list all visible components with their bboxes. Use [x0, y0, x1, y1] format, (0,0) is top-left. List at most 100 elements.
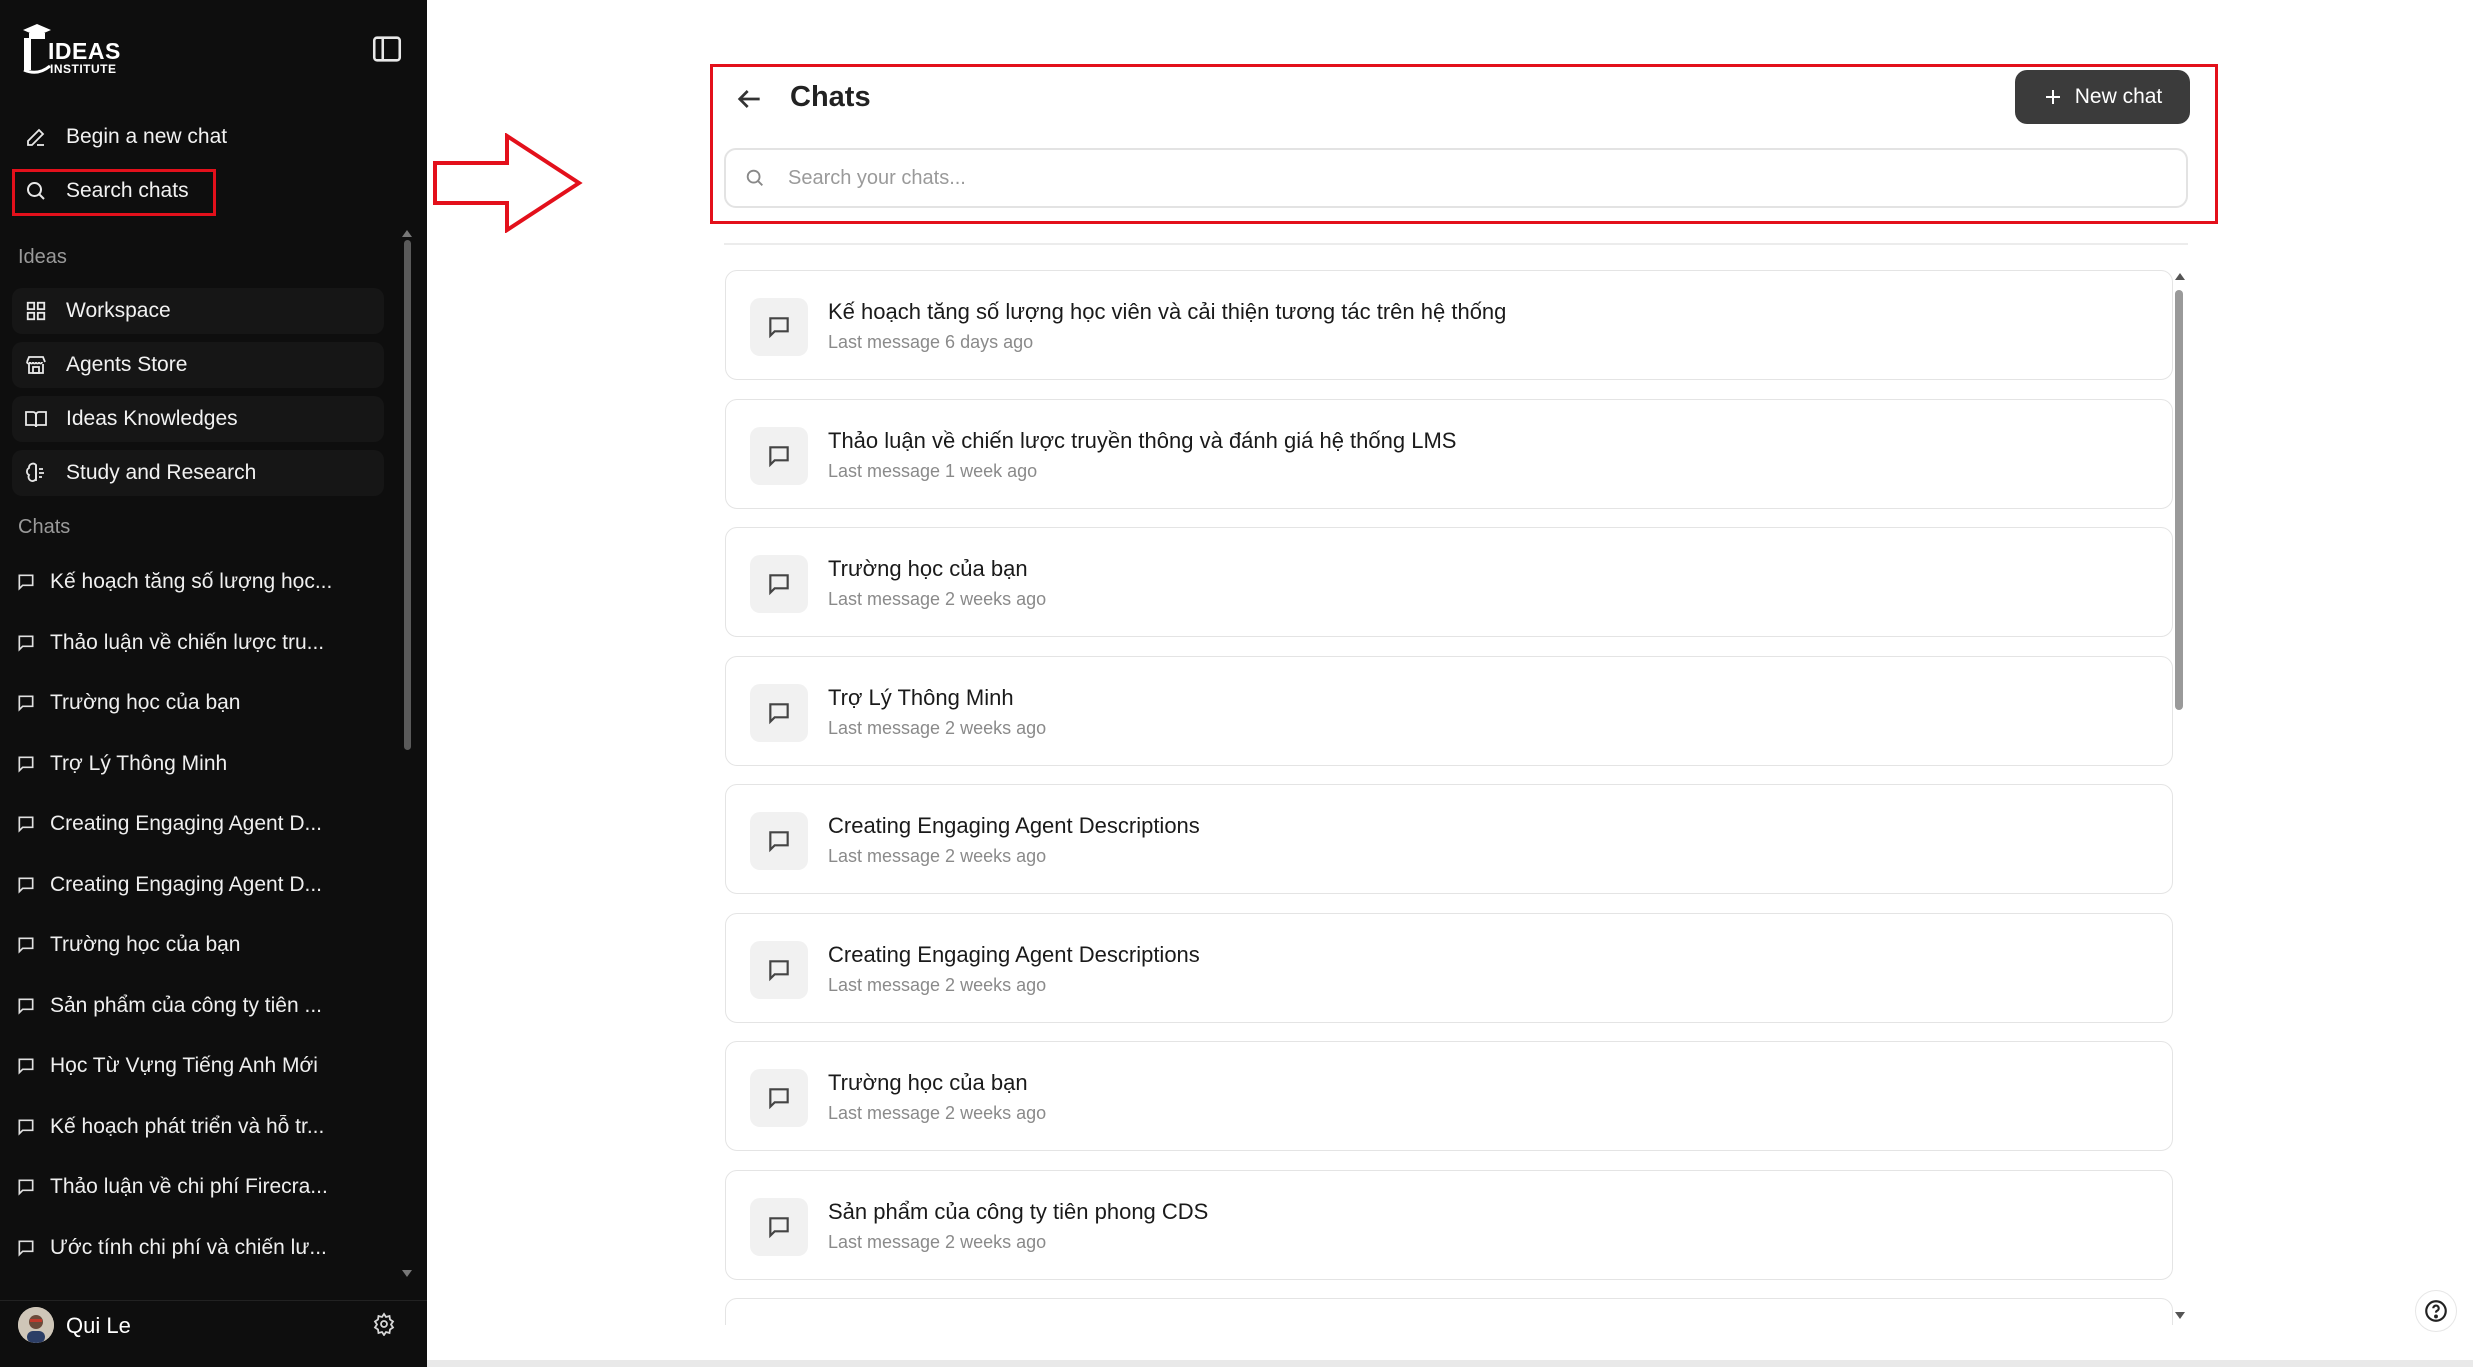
chat-card[interactable]: Kế hoạch tăng số lượng học viên và cải t…	[725, 270, 2173, 380]
sidebar-chat-label: Ước tính chi phí và chiến lư...	[50, 1235, 327, 1259]
sidebar-chat-item[interactable]: Trường học của bạn	[12, 681, 392, 725]
chat-card-last-message: Last message 2 weeks ago	[828, 1231, 1047, 1252]
chat-bubble-icon	[16, 1116, 38, 1138]
gear-icon[interactable]	[372, 1312, 396, 1336]
search-input[interactable]	[786, 165, 2090, 191]
chat-bubble-icon	[16, 1176, 38, 1198]
sidebar-scroll-down-icon[interactable]	[402, 1270, 412, 1277]
sidebar-item-workspace[interactable]: Workspace	[12, 288, 384, 334]
chat-bubble-icon	[16, 1237, 38, 1259]
horizontal-scrollbar[interactable]	[427, 1360, 2473, 1367]
chat-bubble-icon	[16, 995, 38, 1017]
chat-bubble-icon	[750, 940, 808, 999]
chat-card[interactable]: Creating Engaging Agent Descriptions Last…	[725, 784, 2173, 894]
chat-card[interactable]	[725, 1298, 2173, 1325]
sidebar-chat-item[interactable]: Kế hoạch tăng số lượng học...	[12, 560, 392, 604]
chat-card-title: Creating Engaging Agent Descriptions	[828, 941, 1200, 967]
sidebar-scrollbar[interactable]	[404, 240, 411, 750]
sidebar-chat-item[interactable]: Creating Engaging Agent D...	[12, 863, 392, 907]
new-chat-label: New chat	[2074, 85, 2163, 108]
chat-card-title: Trường học của bạn	[828, 556, 1028, 581]
list-scroll-up-icon[interactable]	[2175, 273, 2185, 280]
logo-text-institute: INSTITUTE	[50, 62, 117, 76]
pencil-icon	[22, 123, 50, 151]
sidebar-chat-item[interactable]: Ước tính chi phí và chiến lư...	[12, 1226, 392, 1270]
chat-bubble-icon	[750, 1197, 808, 1256]
chat-bubble-icon	[750, 426, 808, 485]
chat-bubble-icon	[750, 298, 808, 356]
sidebar-chat-item[interactable]: Thảo luận về chiến lược tru...	[12, 621, 392, 665]
chats-section-label: Chats	[18, 516, 71, 538]
chat-card-last-message: Last message 6 days ago	[828, 332, 1034, 352]
chat-bubble-icon	[750, 1069, 808, 1127]
page-title: Chats	[790, 81, 871, 113]
chat-bubble-icon	[750, 812, 808, 870]
help-icon[interactable]	[2415, 1290, 2457, 1332]
sidebar-chat-item[interactable]: Học Từ Vựng Tiếng Anh Mới	[12, 1044, 392, 1088]
sidebar-item-label: Workspace	[66, 299, 171, 322]
chat-card[interactable]: Trường học của bạn Last message 2 weeks a…	[725, 1041, 2173, 1151]
chat-card[interactable]: Sản phẩm của công ty tiên phong CDS Last …	[725, 1169, 2173, 1280]
chat-bubble-icon	[16, 692, 38, 714]
list-scroll-down-icon[interactable]	[2175, 1312, 2185, 1319]
search-field[interactable]	[724, 148, 2188, 208]
chat-card-title: Thảo luận về chiến lược truyền thông và …	[828, 427, 1457, 453]
sidebar-item-label: Study and Research	[66, 461, 257, 484]
sidebar-scroll-up-icon[interactable]	[402, 230, 412, 237]
chat-card-last-message: Last message 2 weeks ago	[828, 717, 1047, 738]
chat-card[interactable]: Trợ Lý Thông Minh Last message 2 weeks ag…	[725, 655, 2173, 766]
list-scrollbar[interactable]	[2175, 290, 2183, 710]
logo-text-ideas: IDEAS	[48, 38, 121, 64]
chat-card-last-message: Last message 2 weeks ago	[828, 1103, 1047, 1123]
avatar[interactable]	[18, 1307, 54, 1343]
sidebar-chat-item[interactable]: Thảo luận về chi phí Firecra...	[12, 1165, 392, 1209]
chat-card-last-message: Last message 2 weeks ago	[828, 974, 1047, 995]
annotation-arrow-icon	[433, 133, 583, 233]
sidebar-item-label: Ideas Knowledges	[66, 407, 238, 430]
sidebar-chat-label: Thảo luận về chi phí Firecra...	[50, 1175, 328, 1198]
chat-bubble-icon	[16, 934, 38, 956]
sidebar-chat-item[interactable]: Trợ Lý Thông Minh	[12, 742, 392, 786]
chat-card-last-message: Last message 2 weeks ago	[828, 589, 1047, 609]
sidebar-chat-item[interactable]: Kế hoạch phát triển và hỗ tr...	[12, 1105, 392, 1149]
sidebar-item-ideas-knowledges[interactable]: Ideas Knowledges	[12, 396, 384, 442]
sidebar-item-label: Agents Store	[66, 353, 188, 376]
sidebar-chat-label: Sản phẩm của công ty tiên ...	[50, 993, 322, 1017]
chat-card-last-message: Last message 2 weeks ago	[828, 846, 1047, 866]
sidebar-chat-label: Trường học của bạn	[50, 933, 241, 956]
sidebar-chat-item[interactable]: Sản phẩm của công ty tiên ...	[12, 984, 392, 1028]
back-arrow-icon[interactable]	[733, 83, 765, 115]
sidebar-item-study-research[interactable]: Study and Research	[12, 450, 384, 496]
sidebar-chat-label: Trường học của bạn	[50, 691, 241, 714]
sidebar-chat-label: Kế hoạch tăng số lượng học...	[50, 570, 333, 593]
sidebar-chat-label: Trợ Lý Thông Minh	[50, 751, 228, 775]
user-name[interactable]: Qui Le	[66, 1313, 131, 1339]
grid-icon	[22, 297, 50, 325]
sidebar-chat-label: Thảo luận về chiến lược tru...	[50, 630, 325, 654]
chat-card-title: Creating Engaging Agent Descriptions	[828, 813, 1200, 838]
chat-bubble-icon	[16, 813, 38, 835]
annotation-highlight-search-chats	[12, 169, 216, 216]
chat-bubble-icon	[16, 753, 38, 775]
chat-card[interactable]: Creating Engaging Agent Descriptions Last…	[725, 912, 2173, 1023]
chat-card-title: Kế hoạch tăng số lượng học viên và cải t…	[828, 299, 1507, 324]
divider	[724, 243, 2188, 245]
sidebar-toggle-icon[interactable]	[370, 32, 404, 66]
chat-bubble-icon	[750, 683, 808, 742]
sidebar-chat-item[interactable]: Trường học của bạn	[12, 923, 392, 967]
chat-card-title: Trường học của bạn	[828, 1070, 1028, 1095]
ideas-institute-logo[interactable]: IDEAS INSTITUTE	[18, 20, 128, 80]
begin-new-chat-button[interactable]: Begin a new chat	[12, 114, 384, 160]
chat-card[interactable]: Thảo luận về chiến lược truyền thông và …	[725, 398, 2173, 509]
chat-card[interactable]: Trường học của bạn Last message 2 weeks a…	[725, 527, 2173, 637]
brain-icon	[22, 459, 50, 487]
user-bar	[0, 1300, 427, 1368]
plus-icon	[2043, 87, 2063, 107]
chat-bubble-icon	[16, 571, 38, 593]
new-chat-button[interactable]: New chat	[2015, 70, 2190, 124]
chat-bubble-icon	[750, 555, 808, 613]
chat-card-title: Sản phẩm của công ty tiên phong CDS	[828, 1198, 1209, 1224]
sidebar-chat-item[interactable]: Creating Engaging Agent D...	[12, 802, 392, 846]
sidebar-chat-label: Kế hoạch phát triển và hỗ tr...	[50, 1114, 325, 1138]
sidebar-item-agents-store[interactable]: Agents Store	[12, 342, 384, 388]
